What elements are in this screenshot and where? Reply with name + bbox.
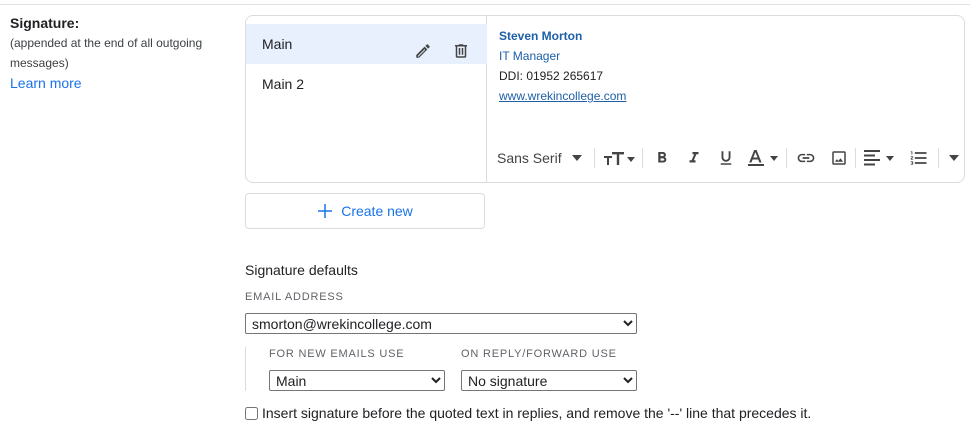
create-new-button[interactable]: Create new [245, 193, 485, 229]
defaults-indent-line [245, 347, 246, 391]
insert-before-quoted-label: Insert signature before the quoted text … [262, 405, 812, 421]
reply-forward-label: ON REPLY/FORWARD USE [461, 348, 617, 360]
signature-defaults-title: Signature defaults [245, 262, 358, 278]
insert-before-quoted-checkbox[interactable] [245, 406, 258, 420]
font-family-label: Sans Serif [497, 150, 562, 166]
more-formatting-icon[interactable] [945, 147, 963, 169]
signature-editor: Main Main 2 Steven Morton IT Manager DDI… [245, 15, 965, 183]
toolbar-divider [786, 148, 787, 168]
link-icon[interactable] [795, 147, 817, 169]
toolbar-divider [855, 148, 856, 168]
signature-description: (appended at the end of all outgoing mes… [10, 36, 203, 70]
toolbar-divider [594, 148, 595, 168]
align-icon[interactable] [863, 147, 897, 169]
signature-website-link[interactable]: www.wrekincollege.com [499, 86, 626, 106]
chevron-down-icon [571, 155, 582, 161]
signature-item-label: Main [262, 36, 293, 52]
bold-icon[interactable] [651, 147, 673, 169]
signature-role: IT Manager [499, 49, 561, 63]
email-address-select[interactable]: smorton@wrekincollege.com [245, 313, 637, 334]
signature-label-column: Signature: (appended at the end of all o… [10, 14, 230, 93]
insert-before-quoted-row[interactable]: Insert signature before the quoted text … [245, 405, 811, 421]
section-divider [0, 4, 970, 5]
italic-icon[interactable] [683, 147, 705, 169]
text-size-icon[interactable] [603, 147, 637, 169]
formatting-toolbar: Sans Serif [487, 133, 964, 182]
delete-icon[interactable] [452, 35, 470, 58]
toolbar-divider [642, 148, 643, 168]
email-address-label: EMAIL ADDRESS [245, 291, 344, 303]
numbered-list-icon[interactable] [907, 147, 931, 169]
plus-icon [318, 204, 333, 218]
signature-list: Main Main 2 [246, 16, 487, 182]
signature-name: Steven Morton [499, 29, 583, 43]
signature-item-main[interactable]: Main [246, 24, 487, 64]
new-emails-label: FOR NEW EMAILS USE [269, 348, 405, 360]
signature-body[interactable]: Steven Morton IT Manager DDI: 01952 2656… [499, 26, 626, 106]
edit-icon[interactable] [414, 35, 432, 58]
signature-item-label: Main 2 [262, 76, 305, 92]
learn-more-link[interactable]: Learn more [10, 73, 230, 93]
signature-ddi: DDI: 01952 265617 [499, 69, 604, 83]
signature-content-pane[interactable]: Steven Morton IT Manager DDI: 01952 2656… [487, 16, 964, 182]
signature-title: Signature: [10, 15, 80, 31]
underline-icon[interactable] [715, 147, 737, 169]
reply-forward-select[interactable]: No signature [461, 370, 637, 391]
signature-item-main-2[interactable]: Main 2 [246, 64, 487, 104]
text-color-icon[interactable] [747, 147, 781, 169]
create-new-label: Create new [341, 203, 413, 219]
toolbar-divider [938, 148, 939, 168]
image-icon[interactable] [828, 147, 850, 169]
font-family-select[interactable]: Sans Serif [497, 147, 589, 169]
new-emails-select[interactable]: Main [269, 370, 445, 391]
